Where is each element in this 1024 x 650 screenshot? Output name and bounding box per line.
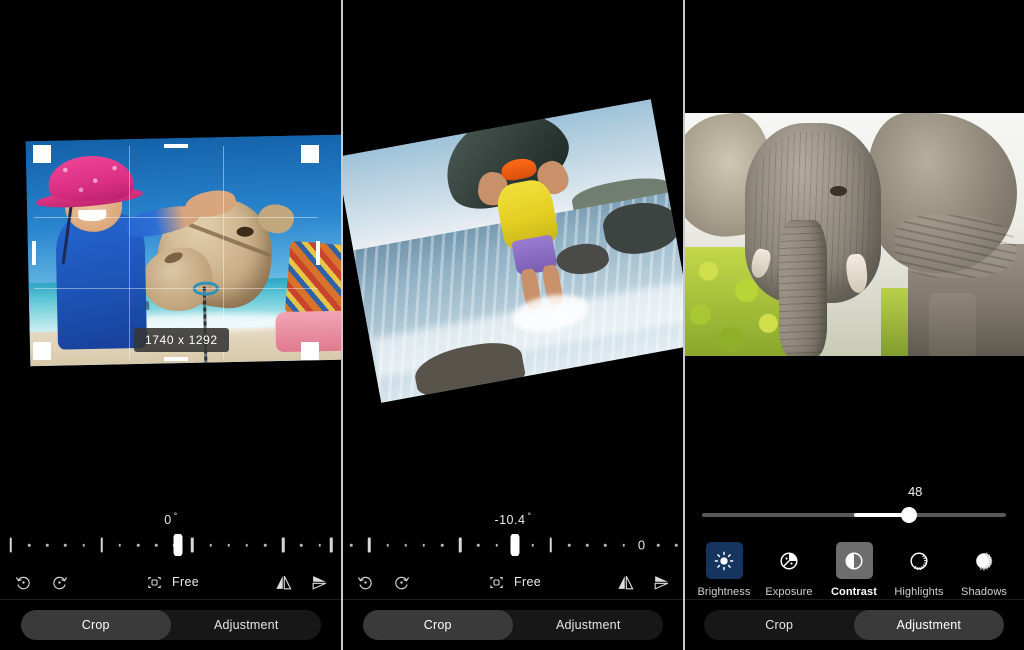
flip-vertical-icon[interactable] bbox=[650, 571, 672, 593]
rotation-angle-number: 0 bbox=[164, 513, 172, 527]
tab-crop[interactable]: Crop bbox=[362, 610, 513, 640]
aspect-ratio-label: Free bbox=[172, 575, 199, 589]
image-stage-2[interactable]: 3 : 2 3265 x 2176 bbox=[342, 0, 684, 470]
mode-tabbar-3: Crop Adjustment bbox=[684, 600, 1024, 650]
exposure-icon bbox=[771, 542, 808, 579]
photo-elephant[interactable] bbox=[684, 113, 1024, 356]
adjustment-label-highlights: Highlights bbox=[894, 586, 944, 598]
crop-controls-2: -10.4 ° 0 Free bbox=[342, 511, 684, 598]
panel-adjustment-elephant: 48 Brightness Exposure Contrast Highligh… bbox=[684, 0, 1024, 650]
adjustment-item-contrast[interactable]: Contrast bbox=[824, 542, 884, 598]
aspect-ratio-button[interactable]: Free bbox=[485, 571, 541, 593]
brightness-icon bbox=[705, 542, 743, 579]
girl-smile bbox=[77, 209, 107, 222]
mode-segmented-control-3: Crop Adjustment bbox=[704, 610, 1004, 640]
rotation-angle-number: -10.4 bbox=[494, 513, 526, 527]
rotation-ruler-thumb[interactable] bbox=[173, 534, 183, 556]
flip-vertical-icon[interactable] bbox=[308, 571, 330, 593]
crop-tool-row-1: Free bbox=[0, 556, 342, 598]
degree-symbol: ° bbox=[173, 510, 178, 521]
crop-controls-1: 0 ° Free bbox=[0, 511, 342, 598]
adjustment-controls: 48 Brightness Exposure Contrast Highligh… bbox=[684, 484, 1024, 598]
mode-segmented-control-2: Crop Adjustment bbox=[362, 610, 664, 640]
degree-symbol: ° bbox=[527, 510, 532, 521]
camel-saddle-blanket bbox=[275, 310, 342, 353]
crop-tool-row-2: Free bbox=[342, 556, 684, 598]
mode-segmented-control-1: Crop Adjustment bbox=[20, 610, 322, 640]
adjustment-item-exposure[interactable]: Exposure bbox=[759, 542, 819, 598]
rotation-ruler-zero-label: 0 bbox=[637, 537, 646, 553]
highlights-icon bbox=[901, 542, 938, 579]
adjustment-value: 48 bbox=[907, 484, 923, 499]
camel-saddle bbox=[284, 240, 342, 318]
elephant-leg bbox=[928, 292, 977, 356]
tab-adjustment[interactable]: Adjustment bbox=[513, 610, 663, 640]
image-stage-1[interactable]: 1740 x 1292 bbox=[0, 0, 342, 470]
adjustment-tool-list: Brightness Exposure Contrast Highlights … bbox=[684, 542, 1024, 598]
tab-crop[interactable]: Crop bbox=[704, 610, 854, 640]
adjustment-label-shadows: Shadows bbox=[961, 586, 1007, 598]
crop-dimensions-badge: 1740 x 1292 bbox=[134, 328, 229, 352]
tab-adjustment[interactable]: Adjustment bbox=[171, 610, 321, 640]
elephant-eye bbox=[830, 185, 848, 196]
adjustment-slider[interactable] bbox=[702, 507, 1006, 523]
tab-adjustment[interactable]: Adjustment bbox=[854, 610, 1004, 640]
flip-horizontal-icon[interactable] bbox=[614, 571, 636, 593]
image-stage-3[interactable] bbox=[684, 0, 1024, 470]
mode-tabbar-2: Crop Adjustment bbox=[342, 600, 684, 650]
flip-horizontal-icon[interactable] bbox=[272, 571, 294, 593]
rotate-left-icon[interactable] bbox=[12, 571, 34, 593]
adjustment-value-row: 48 bbox=[684, 484, 1024, 502]
photo-surfer[interactable] bbox=[342, 99, 684, 403]
rotation-ruler-1[interactable] bbox=[6, 534, 336, 556]
aspect-ratio-label: Free bbox=[514, 575, 541, 589]
camel-chain-ring bbox=[192, 281, 219, 296]
rotation-angle-value: -10.4 ° bbox=[342, 511, 684, 527]
slider-thumb[interactable] bbox=[900, 507, 917, 523]
editor-screenshot-triptych: 1740 x 1292 0 ° Free Crop Adjustment -10… bbox=[0, 0, 1024, 650]
adjustment-item-highlights[interactable]: Highlights bbox=[889, 542, 949, 598]
rotate-right-icon[interactable] bbox=[390, 571, 412, 593]
contrast-icon bbox=[835, 542, 873, 579]
panel-crop-camel: 1740 x 1292 0 ° Free Crop Adjustment bbox=[0, 0, 342, 650]
adjustment-label-contrast: Contrast bbox=[830, 586, 878, 598]
mode-tabbar-1: Crop Adjustment bbox=[0, 600, 342, 650]
aspect-ratio-icon bbox=[143, 571, 165, 593]
aspect-ratio-button[interactable]: Free bbox=[143, 571, 199, 593]
elephant-trunk-rings bbox=[779, 219, 827, 356]
tab-crop[interactable]: Crop bbox=[20, 610, 171, 640]
rotation-angle-value: 0 ° bbox=[0, 511, 342, 527]
elephant-ear-folds bbox=[894, 215, 1018, 279]
panel-divider-1 bbox=[341, 0, 343, 650]
adjustment-label-exposure: Exposure bbox=[765, 586, 813, 598]
shadows-icon bbox=[966, 542, 1003, 579]
adjustment-item-brightness[interactable]: Brightness bbox=[694, 542, 754, 598]
rotate-right-icon[interactable] bbox=[48, 571, 70, 593]
panel-divider-2 bbox=[683, 0, 685, 650]
adjustment-item-shadows[interactable]: Shadows bbox=[954, 542, 1014, 598]
rotation-ruler-2[interactable]: 0 bbox=[348, 534, 678, 556]
panel-crop-surfer: 3 : 2 3265 x 2176 -10.4° 0 bbox=[342, 0, 684, 650]
rotation-ruler-thumb[interactable] bbox=[510, 534, 520, 556]
aspect-ratio-icon bbox=[485, 571, 507, 593]
adjustment-label-brightness: Brightness bbox=[697, 586, 751, 598]
rotate-left-icon[interactable] bbox=[354, 571, 376, 593]
